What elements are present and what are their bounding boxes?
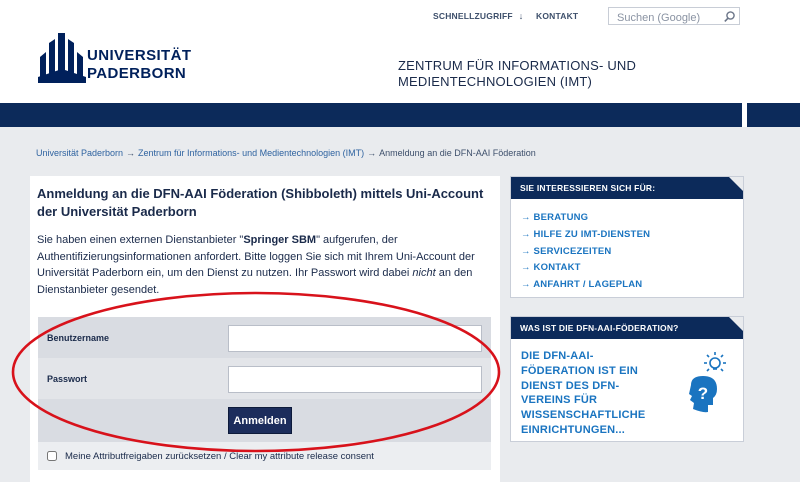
breadcrumb-imt[interactable]: Zentrum für Informations- und Medientech… — [138, 148, 364, 158]
header-corner — [729, 317, 743, 331]
quick-access-menu[interactable]: SCHNELLZUGRIFF ↓ — [433, 11, 523, 21]
arrow-down-icon: ↓ — [518, 11, 524, 21]
breadcrumb-separator: → — [367, 148, 377, 158]
link-label: ANFAHRT / LAGEPLAN — [533, 279, 643, 291]
username-field[interactable] — [228, 325, 482, 352]
consent-label[interactable]: Meine Attributfreigaben zurücksetzen / C… — [65, 451, 374, 462]
provider-name: Springer SBM — [243, 234, 317, 246]
intro-part1: Sie haben einen externen Dienstanbieter … — [37, 234, 244, 246]
search-icon[interactable] — [723, 10, 736, 23]
contact-link[interactable]: KONTAKT — [536, 11, 578, 21]
dfn-header: WAS IST DIE DFN-AAI-FÖDERATION? — [511, 317, 743, 339]
dfn-title: WAS IST DIE DFN-AAI-FÖDERATION? — [520, 323, 679, 333]
link-servicezeiten[interactable]: → SERVICEZEITEN — [521, 244, 650, 261]
interests-header: SIE INTERESSIEREN SICH FÜR: — [511, 177, 743, 199]
breadcrumb: Universität Paderborn → Zentrum für Inform… — [36, 148, 536, 158]
university-name[interactable]: UNIVERSITÄT PADERBORN — [87, 47, 191, 83]
institute-title: ZENTRUM FÜR INFORMATIONS- UND MEDIENTECH… — [398, 58, 636, 90]
university-name-line2: PADERBORN — [87, 65, 187, 82]
university-name-line1: UNIVERSITÄT — [87, 47, 192, 64]
dfn-info-box: WAS IST DIE DFN-AAI-FÖDERATION? DIE DFN-… — [510, 316, 744, 442]
dfn-description-link[interactable]: DIE DFN-AAI-FÖDERATION IST EIN DIENST DE… — [521, 349, 651, 438]
password-label: Passwort — [47, 374, 88, 384]
link-anfahrt[interactable]: → ANFAHRT / LAGEPLAN — [521, 277, 650, 294]
university-logo-icon[interactable] — [38, 33, 86, 83]
consent-checkbox[interactable] — [47, 451, 57, 461]
link-label: BERATUNG — [533, 212, 589, 223]
username-row: Benutzername — [38, 317, 491, 358]
navigation-bar — [0, 103, 800, 127]
institute-title-line2: MEDIENTECHNOLOGIEN (IMT) — [398, 74, 593, 89]
interests-box: SIE INTERESSIEREN SICH FÜR: → BERATUNG →… — [510, 176, 744, 298]
breadcrumb-university[interactable]: Universität Paderborn — [36, 148, 123, 158]
quick-access-label: SCHNELLZUGRIFF — [433, 11, 513, 21]
navigation-bar-divider — [742, 103, 747, 127]
link-label: HILFE ZU IMT-DIENSTEN — [533, 228, 651, 240]
login-button[interactable]: Anmelden — [228, 407, 292, 434]
link-label: SERVICEZEITEN — [533, 245, 612, 257]
link-label: KONTAKT — [533, 262, 581, 274]
interests-links: → BERATUNG → HILFE ZU IMT-DIENSTEN → SER… — [521, 210, 650, 294]
link-arrow-icon: → — [521, 228, 531, 240]
breadcrumb-current: Anmeldung an die DFN-AAI Föderation — [379, 148, 536, 158]
password-row: Passwort — [38, 358, 491, 399]
search-box — [608, 7, 740, 26]
intro-text: Sie haben einen externen Dienstanbieter … — [37, 232, 499, 298]
search-input[interactable] — [609, 10, 719, 26]
institute-title-line1: ZENTRUM FÜR INFORMATIONS- UND — [398, 58, 637, 73]
link-arrow-icon: → — [521, 212, 531, 223]
page-title: Anmeldung an die DFN-AAI Föderation (Shi… — [37, 186, 484, 219]
link-arrow-icon: → — [521, 262, 531, 274]
svg-text:?: ? — [698, 384, 708, 403]
username-label: Benutzername — [47, 333, 110, 343]
head-question-lightbulb-icon[interactable]: ? — [677, 351, 727, 421]
interests-title: SIE INTERESSIEREN SICH FÜR: — [520, 183, 656, 193]
link-hilfe[interactable]: → HILFE ZU IMT-DIENSTEN — [521, 227, 650, 244]
header-corner — [729, 177, 743, 191]
consent-row: Meine Attributfreigaben zurücksetzen / C… — [38, 442, 491, 470]
intro-emphasis: nicht — [412, 267, 436, 279]
link-kontakt[interactable]: → KONTAKT — [521, 260, 650, 277]
password-field[interactable] — [228, 366, 482, 393]
link-arrow-icon: → — [521, 279, 531, 291]
link-beratung[interactable]: → BERATUNG — [521, 210, 650, 227]
link-arrow-icon: → — [521, 245, 531, 257]
breadcrumb-separator: → — [126, 148, 136, 158]
site-header: SCHNELLZUGRIFF ↓ KONTAKT UNIVERSITÄT PADE… — [0, 0, 800, 104]
